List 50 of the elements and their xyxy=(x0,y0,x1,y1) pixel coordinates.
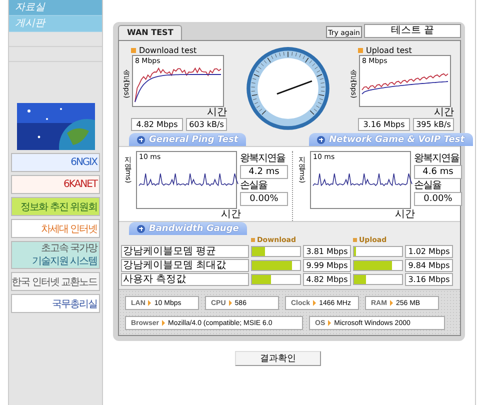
reading-field: 3.16 Mbps xyxy=(405,273,453,286)
banner-link[interactable]: 6KANET xyxy=(11,175,100,194)
reading-field: 1.02 Mbps xyxy=(405,245,453,258)
row-label: 강남케이블모뎀 최대값 xyxy=(121,259,249,272)
bullet-icon xyxy=(353,238,357,242)
row-label: 강남케이블모뎀 평균 xyxy=(121,245,249,258)
stat-field: 4.2 ms xyxy=(240,165,288,179)
banner-link[interactable]: 6NGIX xyxy=(11,153,100,172)
plus-icon xyxy=(137,224,145,232)
banner-link[interactable]: 초고속 국가망 기술지원 시스템 xyxy=(11,241,100,269)
banner-link[interactable]: 한국 인터넷 교환노드 xyxy=(11,272,100,291)
plus-icon xyxy=(317,136,326,144)
tab[interactable]: WAN TEST xyxy=(118,25,182,40)
banner-link[interactable]: 정보화 추진 위원회 xyxy=(11,197,100,216)
readout-field: 3.16 Mbps xyxy=(358,118,410,131)
arrow-icon xyxy=(228,300,232,306)
row-label: 사용자 측정값 xyxy=(121,273,249,286)
arrow-icon xyxy=(162,320,166,326)
readout-field: 603 kB/s xyxy=(186,118,227,131)
plus-icon xyxy=(137,136,145,144)
reading-field: 9.84 Mbps xyxy=(405,259,453,272)
reading-field: 4.82 Mbps xyxy=(303,273,351,286)
arrow-icon xyxy=(148,300,152,306)
result-button[interactable]: 결과확인 xyxy=(235,351,321,366)
stat-label: 손실율 xyxy=(414,180,442,192)
readout-field: 4.82 Mbps xyxy=(131,118,183,131)
readout-field: 395 kB/s xyxy=(413,118,454,131)
axis-label: 시간 xyxy=(395,209,415,220)
chart-title: Download test xyxy=(139,46,197,55)
reading-field: 9.99 Mbps xyxy=(303,259,351,272)
banner-link[interactable]: 차세대 인터넷 xyxy=(11,219,100,238)
banner-link[interactable]: 국무총리실 xyxy=(11,294,100,313)
bullet-icon xyxy=(358,48,363,53)
bullet-icon xyxy=(131,48,136,53)
arrow-icon xyxy=(328,320,332,326)
bullet-icon xyxy=(251,238,255,242)
stat-field: 0.00% xyxy=(414,192,462,206)
arrow-icon xyxy=(313,300,316,306)
axis-label: 시간 xyxy=(207,107,227,118)
stat-field: 4.6 ms xyxy=(414,165,462,179)
status-field: 테스트 끝 xyxy=(364,24,461,38)
axis-label: 시간 xyxy=(434,107,454,118)
stat-label: 왕복지연율 xyxy=(414,153,460,165)
axis-label: 시간 xyxy=(221,209,241,220)
stat-label: 왕복지연율 xyxy=(240,153,286,165)
chart-title: Upload test xyxy=(366,46,412,55)
reading-field: 3.81 Mbps xyxy=(303,245,351,258)
arrow-icon xyxy=(390,300,393,306)
stat-label: 손실율 xyxy=(240,180,268,192)
stat-field: 0.00% xyxy=(240,192,288,206)
